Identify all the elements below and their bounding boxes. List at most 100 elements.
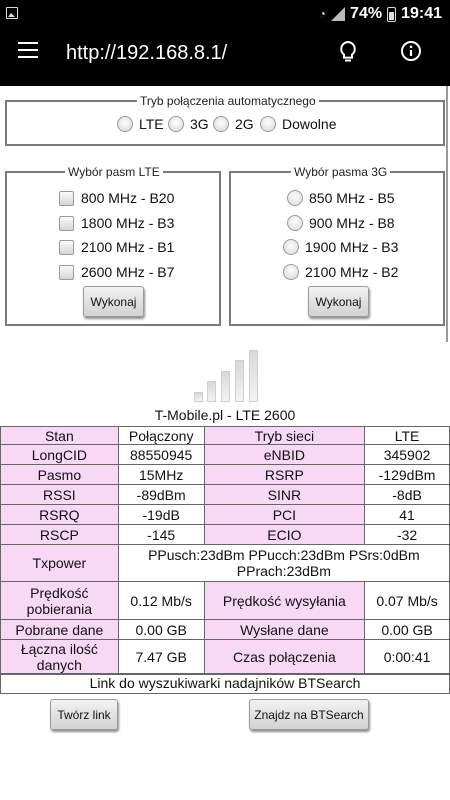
3g-execute-button[interactable]: Wykonaj <box>308 286 369 317</box>
sinr-label: SINR <box>203 484 366 505</box>
network-operator-label: T-Mobile.pl - LTE 2600 <box>154 407 296 423</box>
lte-execute-button[interactable]: Wykonaj <box>83 286 144 317</box>
table-row: RSCP -145 ECIO -32 <box>0 524 450 545</box>
sent-data-value: 0.00 GB <box>364 619 450 640</box>
lte-band-b3[interactable]: 1800 MHz - B3 <box>59 215 174 231</box>
create-link-button[interactable]: Twórz link <box>50 699 118 730</box>
pci-value: 41 <box>364 504 450 525</box>
rscp-label: RSCP <box>0 524 119 545</box>
mode-label-2g: 2G <box>235 116 254 132</box>
table-row: Łączna ilość danych 7.47 GB Czas połącze… <box>0 639 450 675</box>
signal-bar-1 <box>194 392 203 402</box>
longcid-label: LongCID <box>0 444 119 465</box>
3g-band-b8-radio[interactable] <box>287 215 303 231</box>
mode-radio-3g[interactable] <box>168 116 184 132</box>
table-row: Pasmo 15MHz RSRP -129dBm <box>0 464 450 485</box>
longcid-value: 88550945 <box>117 444 205 465</box>
info-icon[interactable] <box>400 40 422 62</box>
pasmo-label: Pasmo <box>0 464 119 485</box>
3g-band-b3-radio[interactable] <box>283 239 299 255</box>
image-notification-icon <box>6 7 18 19</box>
txpower-label: Txpower <box>0 544 119 582</box>
lte-band-b1-checkbox[interactable] <box>59 239 74 255</box>
mode-option-3g[interactable]: 3G <box>168 116 209 132</box>
connection-mode-group: Tryb połączenia automatycznego LTE 3G 2G… <box>5 94 445 146</box>
signal-bar-2 <box>207 381 216 402</box>
mode-radio-any[interactable] <box>260 116 276 132</box>
signal-bar-5 <box>249 350 258 402</box>
btsearch-link-text: Link do wyszukiwarki nadajników BTSearch <box>0 673 450 694</box>
3g-band-b8-label: 900 MHz - B8 <box>309 215 395 231</box>
table-row: RSRQ -19dB PCI 41 <box>0 504 450 525</box>
downloaded-data-label: Pobrane dane <box>0 619 119 640</box>
status-icons: ◔ 74% 19:41 <box>319 5 442 23</box>
lte-band-b20[interactable]: 800 MHz - B20 <box>59 190 174 206</box>
lte-band-b7[interactable]: 2600 MHz - B7 <box>59 264 174 280</box>
stan-value: Połączony <box>117 426 205 445</box>
table-row: Prędkość pobierania 0.12 Mb/s Prędkość w… <box>0 581 450 620</box>
lte-band-b3-label: 1800 MHz - B3 <box>81 215 175 231</box>
signal-stats-table: Stan Połączony Tryb sieci LTE LongCID 88… <box>0 426 450 675</box>
lte-band-b3-checkbox[interactable] <box>59 215 74 231</box>
lte-band-b1[interactable]: 2100 MHz - B1 <box>59 239 174 255</box>
rssi-label: RSSI <box>0 484 119 505</box>
rsrq-label: RSRQ <box>0 504 119 525</box>
sent-data-label: Wysłane dane <box>203 619 366 640</box>
3g-band-b2-radio[interactable] <box>283 264 299 280</box>
lightbulb-icon[interactable] <box>337 39 359 65</box>
mode-option-lte[interactable]: LTE <box>117 116 164 132</box>
table-row: Pobrane dane 0.00 GB Wysłane dane 0.00 G… <box>0 619 450 640</box>
txpower-value: PPusch:23dBm PPucch:23dBm PSrs:0dBm PPra… <box>117 544 450 582</box>
status-bar: ◔ 74% 19:41 <box>0 0 450 28</box>
rssi-value: -89dBm <box>117 484 205 505</box>
3g-band-b5-radio[interactable] <box>287 190 303 206</box>
enbid-label: eNBID <box>203 444 366 465</box>
upload-speed-label: Prędkość wysyłania <box>203 581 366 620</box>
lte-band-b1-label: 2100 MHz - B1 <box>81 239 175 255</box>
lte-band-b7-label: 2600 MHz - B7 <box>81 264 175 280</box>
sinr-value: -8dB <box>364 484 450 505</box>
right-divider <box>446 86 448 342</box>
total-data-value: 7.47 GB <box>117 639 205 675</box>
mode-radio-2g[interactable] <box>213 116 229 132</box>
table-row: RSSI -89dBm SINR -8dB <box>0 484 450 505</box>
mode-label-3g: 3G <box>190 116 209 132</box>
download-speed-value: 0.12 Mb/s <box>117 581 205 620</box>
lte-band-b20-label: 800 MHz - B20 <box>81 190 175 206</box>
tryb-sieci-value: LTE <box>364 426 450 445</box>
mode-option-any[interactable]: Dowolne <box>260 116 336 132</box>
clock: 19:41 <box>401 5 442 22</box>
signal-bar-4 <box>235 360 244 402</box>
table-row: Txpower PPusch:23dBm PPucch:23dBm PSrs:0… <box>0 544 450 582</box>
3g-bands-legend: Wybór pasma 3G <box>291 165 391 179</box>
find-on-btsearch-button[interactable]: Znajdz na BTSearch <box>249 699 369 730</box>
connection-time-value: 0:00:41 <box>364 639 450 675</box>
wifi-icon: ◔ <box>318 7 327 21</box>
lte-bands-legend: Wybór pasm LTE <box>65 165 163 179</box>
3g-band-b3[interactable]: 1900 MHz - B3 <box>283 239 398 255</box>
3g-band-b5[interactable]: 850 MHz - B5 <box>287 190 395 206</box>
mode-option-2g[interactable]: 2G <box>213 116 254 132</box>
connection-time-label: Czas połączenia <box>203 639 366 675</box>
rsrp-label: RSRP <box>203 464 366 485</box>
rsrq-value: -19dB <box>117 504 205 525</box>
lte-band-b7-checkbox[interactable] <box>59 264 74 280</box>
3g-band-b8[interactable]: 900 MHz - B8 <box>287 215 395 231</box>
battery-icon <box>387 6 397 22</box>
table-row: Stan Połączony Tryb sieci LTE <box>0 426 450 445</box>
pci-label: PCI <box>203 504 366 525</box>
mode-label-lte: LTE <box>139 116 164 132</box>
download-speed-label: Prędkość pobierania <box>0 581 119 620</box>
lte-band-b20-checkbox[interactable] <box>59 190 74 206</box>
connection-mode-legend: Tryb połączenia automatycznego <box>137 94 319 108</box>
downloaded-data-value: 0.00 GB <box>117 619 205 640</box>
3g-band-b2[interactable]: 2100 MHz - B2 <box>283 264 398 280</box>
3g-bands-group: Wybór pasma 3G 850 MHz - B5 900 MHz - B8… <box>229 165 445 326</box>
pasmo-value: 15MHz <box>117 464 205 485</box>
total-data-label: Łączna ilość danych <box>0 639 119 675</box>
mode-radio-lte[interactable] <box>117 116 133 132</box>
menu-icon[interactable] <box>18 42 38 58</box>
stan-label: Stan <box>0 426 119 445</box>
3g-band-b5-label: 850 MHz - B5 <box>309 190 395 206</box>
signal-strength-icon <box>194 350 258 402</box>
